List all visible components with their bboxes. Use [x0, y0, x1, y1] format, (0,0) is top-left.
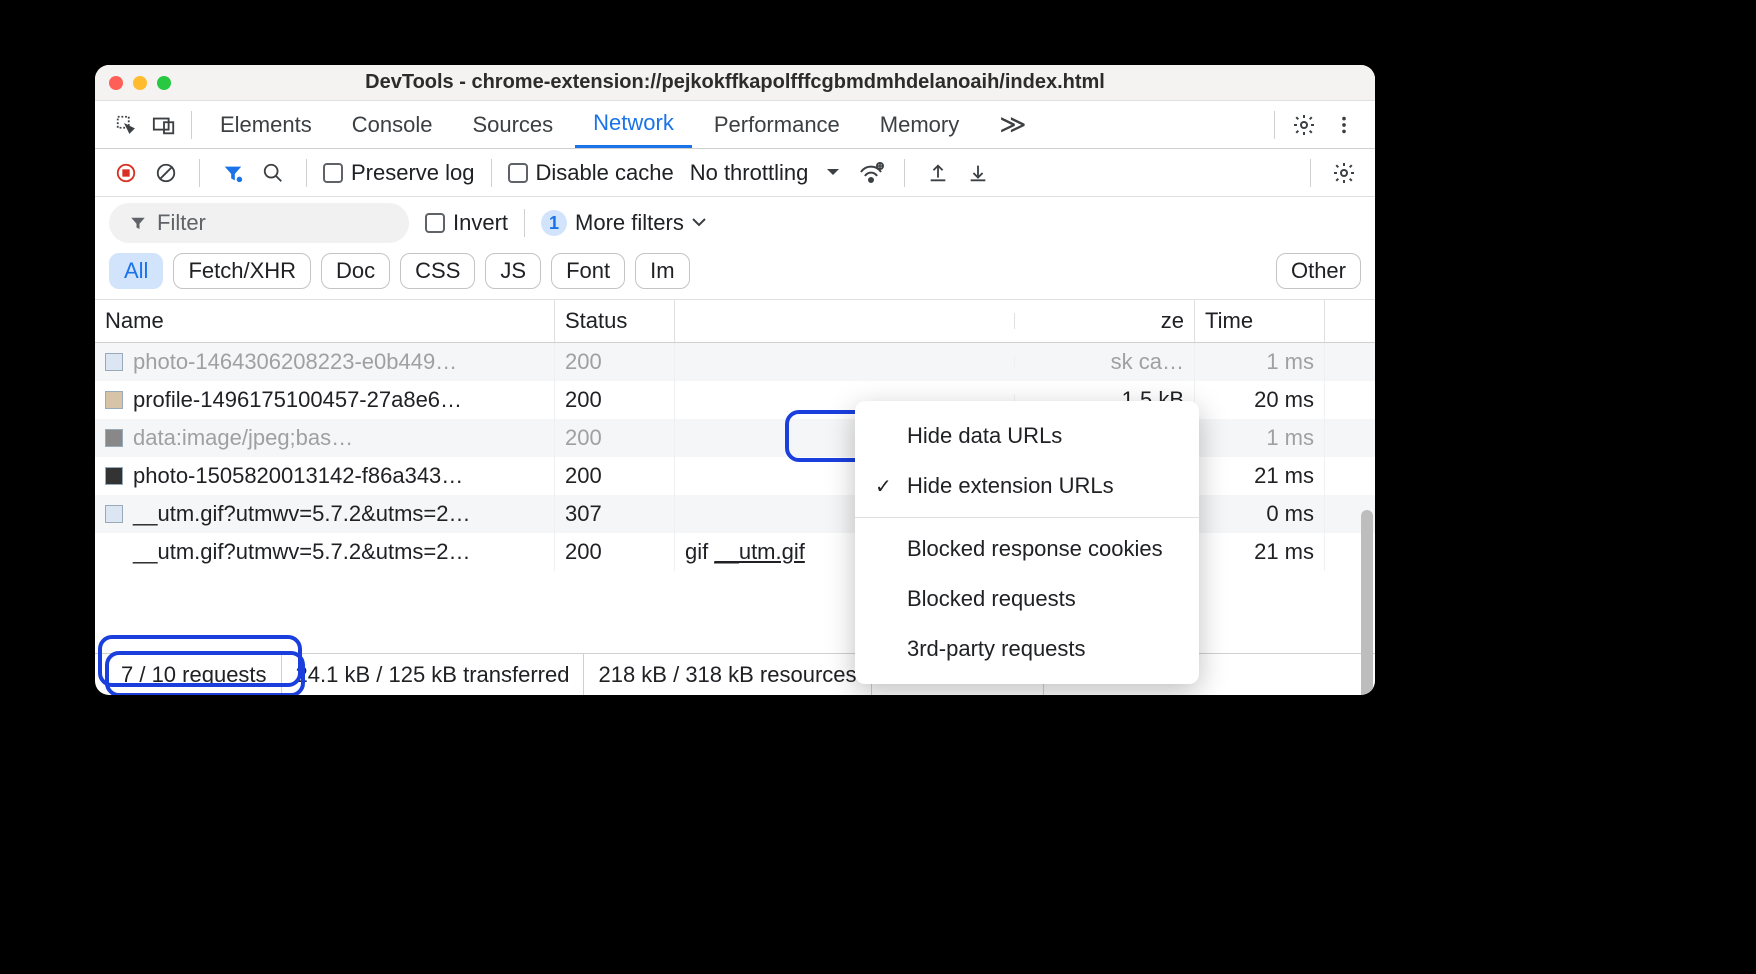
type-pill-img[interactable]: Im	[635, 253, 689, 289]
request-status: 200	[555, 533, 675, 571]
request-time: 1 ms	[1195, 419, 1325, 457]
network-toolbar: Preserve log Disable cache No throttling	[95, 149, 1375, 197]
filter-menu-item[interactable]: 3rd-party requests	[855, 624, 1199, 674]
type-pill-fetchxhr[interactable]: Fetch/XHR	[173, 253, 311, 289]
tab-performance[interactable]: Performance	[696, 101, 858, 148]
network-settings-gear-icon[interactable]	[1327, 156, 1361, 190]
chevron-down-icon	[826, 168, 840, 178]
request-name: data:image/jpeg;bas…	[133, 425, 353, 451]
type-pill-js[interactable]: JS	[485, 253, 541, 289]
request-time: 1 ms	[1195, 343, 1325, 381]
kebab-menu-icon[interactable]	[1327, 108, 1361, 142]
filter-toggle-icon[interactable]	[216, 156, 250, 190]
col-status[interactable]: Status	[555, 300, 675, 342]
request-status: 200	[555, 419, 675, 457]
tab-network[interactable]: Network	[575, 101, 692, 148]
filter-bar: Filter Invert 1 More filters All Fetch/X…	[95, 197, 1375, 300]
request-status: 200	[555, 343, 675, 381]
search-icon[interactable]	[256, 156, 290, 190]
col-hidden	[675, 313, 1015, 329]
file-icon	[105, 353, 123, 371]
invert-checkbox[interactable]: Invert	[425, 210, 508, 236]
close-window-button[interactable]	[109, 76, 123, 90]
type-pill-all[interactable]: All	[109, 253, 163, 289]
filter-menu-item[interactable]: Hide extension URLs	[855, 461, 1199, 511]
col-time[interactable]: Time	[1195, 300, 1325, 342]
filter-menu-item[interactable]: Hide data URLs	[855, 411, 1199, 461]
device-toolbar-icon[interactable]	[147, 108, 181, 142]
chevron-down-icon	[692, 218, 706, 228]
filter-menu-item[interactable]: Blocked response cookies	[855, 524, 1199, 574]
tab-memory[interactable]: Memory	[862, 101, 977, 148]
record-button[interactable]	[109, 156, 143, 190]
scrollbar-thumb[interactable]	[1361, 510, 1373, 695]
request-name: profile-1496175100457-27a8e6…	[133, 387, 462, 413]
funnel-icon	[129, 214, 147, 232]
window-title: DevTools - chrome-extension://pejkokffka…	[95, 71, 1375, 94]
network-conditions-icon[interactable]	[854, 156, 888, 190]
request-size: sk ca…	[1015, 343, 1195, 381]
type-pill-doc[interactable]: Doc	[321, 253, 390, 289]
more-filters-menu: Hide data URLsHide extension URLs Blocked…	[855, 401, 1199, 684]
main-tabs: Elements Console Sources Network Perform…	[95, 101, 1375, 149]
inspect-element-icon[interactable]	[109, 108, 143, 142]
filter-input[interactable]: Filter	[109, 203, 409, 243]
preserve-log-checkbox[interactable]: Preserve log	[323, 160, 475, 186]
status-requests: 7 / 10 requests	[107, 654, 282, 695]
status-transferred: 24.1 kB / 125 kB transferred	[282, 654, 585, 695]
request-time: 20 ms	[1195, 381, 1325, 419]
request-name: photo-1464306208223-e0b449…	[133, 349, 457, 375]
table-row[interactable]: photo-1464306208223-e0b449… 200 sk ca…1 m…	[95, 343, 1375, 381]
type-pill-other[interactable]: Other	[1276, 253, 1361, 289]
request-status: 200	[555, 457, 675, 495]
request-name: __utm.gif?utmwv=5.7.2&utms=2…	[133, 539, 471, 565]
zoom-window-button[interactable]	[157, 76, 171, 90]
disable-cache-checkbox[interactable]: Disable cache	[508, 160, 674, 186]
resource-type-filters: All Fetch/XHR Doc CSS JS Font Im Other	[109, 253, 1361, 289]
status-resources: 218 kB / 318 kB resources	[584, 654, 871, 695]
minimize-window-button[interactable]	[133, 76, 147, 90]
col-size[interactable]: ze	[1015, 300, 1195, 342]
tab-sources[interactable]: Sources	[454, 101, 571, 148]
col-name[interactable]: Name	[95, 300, 555, 342]
request-time: 21 ms	[1195, 457, 1325, 495]
file-icon	[105, 505, 123, 523]
traffic-lights	[109, 76, 171, 90]
upload-har-icon[interactable]	[921, 156, 955, 190]
devtools-window: DevTools - chrome-extension://pejkokffka…	[95, 65, 1375, 695]
request-mid	[675, 356, 1015, 368]
request-name: photo-1505820013142-f86a343…	[133, 463, 463, 489]
tab-console[interactable]: Console	[334, 101, 451, 148]
file-icon	[105, 391, 123, 409]
request-time: 0 ms	[1195, 495, 1325, 533]
file-icon	[105, 429, 123, 447]
titlebar: DevTools - chrome-extension://pejkokffka…	[95, 65, 1375, 101]
type-pill-css[interactable]: CSS	[400, 253, 475, 289]
tab-elements[interactable]: Elements	[202, 101, 330, 148]
request-name: __utm.gif?utmwv=5.7.2&utms=2…	[133, 501, 471, 527]
request-table-header: Name Status ze Time	[95, 300, 1375, 343]
request-time: 21 ms	[1195, 533, 1325, 571]
download-har-icon[interactable]	[961, 156, 995, 190]
clear-button[interactable]	[149, 156, 183, 190]
more-tabs-button[interactable]: ≫	[981, 101, 1044, 148]
filter-menu-item[interactable]: Blocked requests	[855, 574, 1199, 624]
request-status: 307	[555, 495, 675, 533]
request-status: 200	[555, 381, 675, 419]
file-icon	[105, 467, 123, 485]
more-filters-dropdown[interactable]: 1 More filters	[541, 210, 706, 236]
throttling-select[interactable]: No throttling	[690, 160, 841, 186]
settings-gear-icon[interactable]	[1287, 108, 1321, 142]
type-pill-font[interactable]: Font	[551, 253, 625, 289]
